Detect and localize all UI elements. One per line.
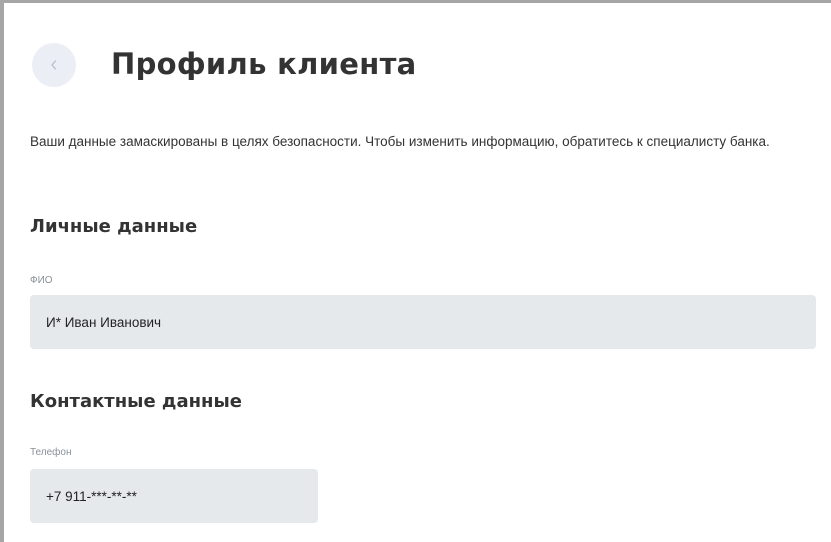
phone-label: Телефон bbox=[30, 447, 72, 458]
security-notice: Ваши данные замаскированы в целях безопа… bbox=[30, 134, 770, 149]
back-button[interactable] bbox=[32, 43, 76, 87]
chevron-left-icon bbox=[49, 59, 59, 71]
fio-label: ФИО bbox=[30, 275, 53, 286]
contact-data-heading: Контактные данные bbox=[30, 391, 242, 412]
fio-field: И* Иван Иванович bbox=[30, 295, 816, 349]
personal-data-heading: Личные данные bbox=[30, 216, 198, 237]
window-border-left bbox=[0, 0, 4, 542]
window-border-top bbox=[0, 0, 831, 3]
page-title: Профиль клиента bbox=[111, 47, 417, 81]
phone-field: +7 911-***-**-** bbox=[30, 469, 318, 523]
